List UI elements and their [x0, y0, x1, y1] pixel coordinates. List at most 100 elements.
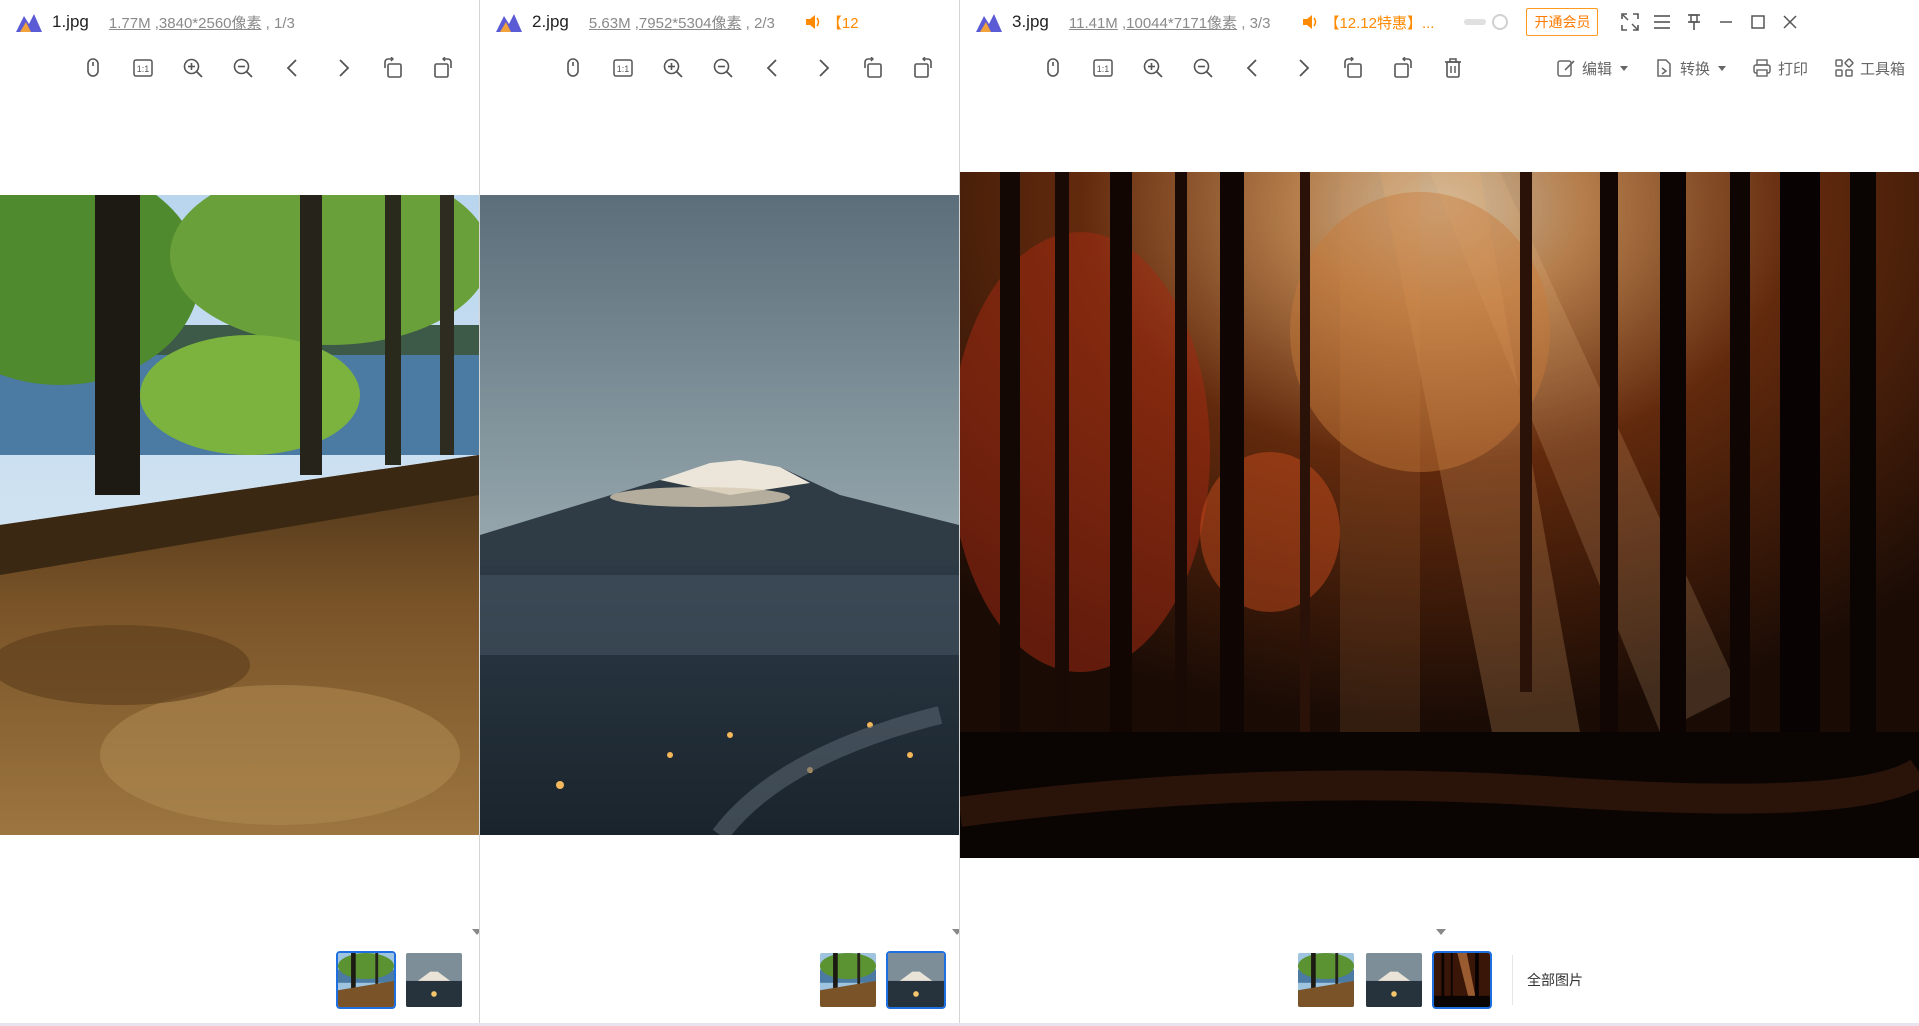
title-bar: 3.jpg 11.41M ,10044*7171像素 , 3/3 【12.12特… — [960, 0, 1919, 44]
thumbnail-3[interactable] — [1432, 951, 1492, 1009]
dimensions[interactable]: 10044*7171像素 — [1126, 15, 1237, 32]
promo-text: 【12 — [826, 14, 859, 32]
print-button[interactable]: 打印 — [1752, 58, 1808, 79]
speaker-icon — [805, 15, 820, 29]
previous-icon[interactable] — [1228, 50, 1278, 86]
next-icon[interactable] — [1278, 50, 1328, 86]
actual-size-icon[interactable]: 1:1 — [118, 50, 168, 86]
dimensions[interactable]: 3840*2560像素 — [159, 15, 262, 32]
dropdown-caret-icon — [1619, 65, 1628, 71]
app-logo-icon — [16, 14, 42, 32]
thumbnail-1[interactable] — [1296, 951, 1356, 1009]
promo-banner[interactable]: 【12.12特惠】... — [1302, 12, 1434, 33]
filename: 1.jpg — [52, 12, 89, 31]
print-label: 打印 — [1777, 60, 1808, 78]
rotate-right-icon[interactable] — [898, 50, 948, 86]
convert-label: 转换 — [1679, 60, 1710, 78]
thumbnail-1[interactable] — [336, 951, 396, 1009]
printer-icon — [1753, 59, 1771, 77]
actual-size-icon[interactable]: 1:1 — [1078, 50, 1128, 86]
thumbnail-1[interactable] — [818, 951, 878, 1009]
toolbar: 1:1 — [480, 48, 959, 88]
pin-icon[interactable] — [1678, 6, 1710, 38]
file-meta: 1.77M ,3840*2560像素 , 1/3 — [108, 14, 295, 32]
mouse-mode-icon[interactable] — [1028, 50, 1078, 86]
convert-menu[interactable]: 转换 — [1654, 58, 1726, 79]
actual-size-icon[interactable]: 1:1 — [598, 50, 648, 86]
thumbnail-2[interactable] — [1364, 951, 1424, 1009]
viewer-window-1: 1.jpg 1.77M ,3840*2560像素 , 1/3 1:1 — [0, 0, 480, 1026]
collapse-thumbs-icon[interactable] — [946, 926, 959, 938]
promo-banner[interactable]: 【12 — [805, 12, 859, 33]
account-area[interactable] — [1464, 14, 1509, 30]
photo-forest-floor[interactable] — [0, 195, 479, 835]
edit-menu[interactable]: 编辑 — [1556, 58, 1628, 79]
maximize-icon[interactable] — [1742, 6, 1774, 38]
file-meta: 11.41M ,10044*7171像素 , 3/3 — [1068, 14, 1271, 32]
app-logo-icon — [976, 14, 1002, 32]
position: 2/3 — [754, 14, 775, 32]
zoom-out-icon[interactable] — [1178, 50, 1228, 86]
minimize-icon[interactable] — [1710, 6, 1742, 38]
window-controls — [1614, 6, 1806, 38]
thumbnail-2[interactable] — [886, 951, 946, 1009]
rotate-left-icon[interactable] — [368, 50, 418, 86]
vip-button[interactable]: 开通会员 — [1526, 8, 1599, 36]
toolbar: 1:1 — [0, 48, 479, 88]
dropdown-caret-icon — [1717, 65, 1726, 71]
file-meta: 5.63M ,7952*5304像素 , 2/3 — [588, 14, 775, 32]
zoom-out-icon[interactable] — [218, 50, 268, 86]
title-bar: 2.jpg 5.63M ,7952*5304像素 , 2/3 【12 — [480, 0, 959, 44]
mouse-mode-icon[interactable] — [68, 50, 118, 86]
viewer-window-3: 3.jpg 11.41M ,10044*7171像素 , 3/3 【12.12特… — [960, 0, 1919, 1026]
coin-icon — [1492, 14, 1509, 30]
delete-icon[interactable] — [1428, 50, 1478, 86]
thumbnail-strip — [336, 946, 464, 1014]
thumbnail-2[interactable] — [404, 951, 464, 1009]
position: 1/3 — [274, 14, 295, 32]
filename: 2.jpg — [532, 12, 569, 31]
svg-text:1:1: 1:1 — [617, 64, 630, 74]
collapse-thumbs-icon[interactable] — [1430, 926, 1452, 938]
next-icon[interactable] — [798, 50, 848, 86]
toolbox-label: 工具箱 — [1859, 60, 1905, 78]
rotate-left-icon[interactable] — [848, 50, 898, 86]
toolbar: 1:1 编辑 转换 打印 工具箱 — [960, 48, 1919, 88]
photo-mount-fuji[interactable] — [480, 195, 959, 835]
filesize[interactable]: 5.63M — [589, 15, 631, 32]
fullscreen-icon[interactable] — [1614, 6, 1646, 38]
edit-icon — [1557, 60, 1575, 77]
speaker-icon — [1303, 15, 1317, 29]
viewer-window-2: 2.jpg 5.63M ,7952*5304像素 , 2/3 【12 1:1 — [480, 0, 960, 1026]
promo-text: 【12.12特惠】... — [1324, 14, 1435, 32]
rotate-right-icon[interactable] — [418, 50, 468, 86]
mouse-mode-icon[interactable] — [548, 50, 598, 86]
grid-icon — [1835, 58, 1854, 77]
username-placeholder — [1464, 19, 1487, 25]
title-bar: 1.jpg 1.77M ,3840*2560像素 , 1/3 — [0, 0, 479, 44]
menu-icon[interactable] — [1646, 6, 1678, 38]
zoom-in-icon[interactable] — [168, 50, 218, 86]
zoom-in-icon[interactable] — [648, 50, 698, 86]
zoom-in-icon[interactable] — [1128, 50, 1178, 86]
thumbnail-strip: 全部图片 — [1296, 946, 1583, 1014]
convert-icon — [1657, 59, 1671, 77]
previous-icon[interactable] — [748, 50, 798, 86]
edit-label: 编辑 — [1581, 60, 1612, 78]
toolbox-button[interactable]: 工具箱 — [1834, 58, 1905, 79]
close-icon[interactable] — [1774, 6, 1806, 38]
filesize[interactable]: 11.41M — [1069, 15, 1118, 32]
rotate-right-icon[interactable] — [1378, 50, 1428, 86]
previous-icon[interactable] — [268, 50, 318, 86]
position: 3/3 — [1249, 14, 1271, 32]
next-icon[interactable] — [318, 50, 368, 86]
photo-autumn-forest[interactable] — [960, 172, 1919, 858]
zoom-out-icon[interactable] — [698, 50, 748, 86]
filesize[interactable]: 1.77M — [109, 15, 151, 32]
filename: 3.jpg — [1012, 12, 1049, 31]
rotate-left-icon[interactable] — [1328, 50, 1378, 86]
dimensions[interactable]: 7952*5304像素 — [639, 15, 742, 32]
all-pictures-link[interactable]: 全部图片 — [1512, 955, 1583, 1005]
svg-text:1:1: 1:1 — [1097, 64, 1110, 74]
collapse-thumbs-icon[interactable] — [466, 926, 479, 938]
